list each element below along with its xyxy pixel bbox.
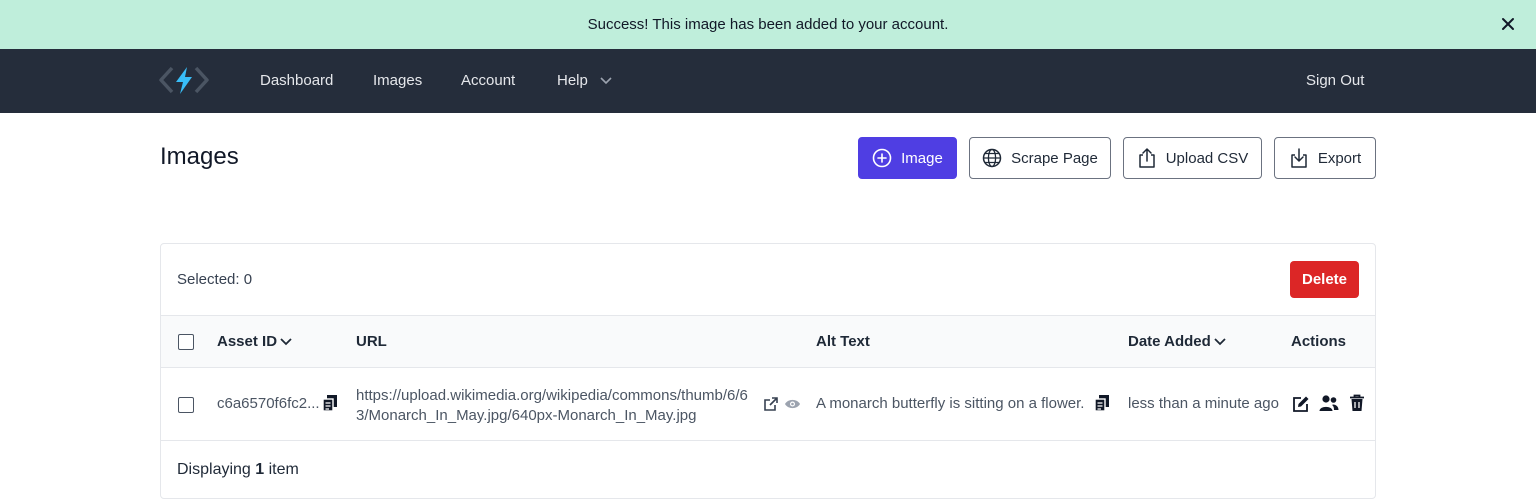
add-image-label: Image [901, 149, 943, 167]
column-date-added[interactable]: Date Added [1128, 316, 1227, 367]
users-icon[interactable] [1319, 394, 1339, 412]
column-date-added-label: Date Added [1128, 333, 1211, 350]
scrape-page-label: Scrape Page [1011, 149, 1098, 167]
column-url: URL [356, 316, 387, 367]
images-table-card: Selected: 0 Delete Asset ID URL Alt Text… [160, 243, 1376, 499]
copy-icon[interactable] [1093, 394, 1111, 412]
displaying-count: Displaying 1 item [177, 461, 299, 479]
table-header: Asset ID URL Alt Text Date Added Actions [161, 315, 1375, 368]
column-actions-label: Actions [1291, 333, 1347, 350]
upload-csv-button[interactable]: Upload CSV [1123, 137, 1262, 179]
column-actions: Actions [1291, 316, 1346, 367]
alt-text: A monarch butterfly is sitting on a flow… [816, 395, 1085, 412]
export-label: Export [1317, 149, 1362, 167]
nav-images[interactable]: Images [373, 49, 422, 113]
success-banner: Success! This image has been added to yo… [0, 0, 1536, 49]
external-link-icon[interactable] [763, 396, 779, 412]
eye-icon[interactable] [784, 397, 801, 411]
upload-csv-label: Upload CSV [1165, 149, 1249, 167]
close-icon[interactable] [1498, 14, 1518, 34]
asset-id: c6a6570f6fc2... [217, 395, 320, 412]
sort-chevron-icon [1213, 337, 1227, 347]
banner-message: Success! This image has been added to yo… [587, 16, 949, 33]
add-image-button[interactable]: Image [858, 137, 957, 179]
download-icon [1289, 147, 1309, 169]
nav-dashboard[interactable]: Dashboard [260, 49, 333, 113]
nav-help-label: Help [557, 72, 588, 89]
globe-icon [982, 148, 1002, 168]
export-button[interactable]: Export [1274, 137, 1376, 179]
column-asset-id[interactable]: Asset ID [217, 316, 293, 367]
select-all-checkbox[interactable] [178, 334, 194, 350]
top-navbar: Dashboard Images Account Help Sign Out [0, 49, 1536, 113]
plus-circle-icon [872, 148, 892, 168]
column-alt-text-label: Alt Text [816, 333, 870, 350]
trash-icon[interactable] [1349, 394, 1365, 412]
chevron-down-icon [596, 77, 612, 85]
table-row: c6a6570f6fc2... https://upload.wikimedia… [161, 368, 1375, 441]
sign-out-link[interactable]: Sign Out [1306, 49, 1364, 113]
logo-icon[interactable] [159, 64, 209, 96]
nav-help[interactable]: Help [557, 49, 612, 113]
date-added: less than a minute ago [1128, 395, 1279, 412]
scrape-page-button[interactable]: Scrape Page [969, 137, 1111, 179]
column-url-label: URL [356, 333, 387, 350]
delete-button[interactable]: Delete [1290, 261, 1359, 298]
column-asset-id-label: Asset ID [217, 333, 278, 350]
edit-icon[interactable] [1292, 395, 1310, 413]
upload-icon [1137, 147, 1157, 169]
image-url: https://upload.wikimedia.org/wikipedia/c… [356, 387, 748, 424]
footer-suffix: item [268, 461, 299, 478]
footer-prefix: Displaying [177, 461, 251, 478]
nav-account[interactable]: Account [461, 49, 515, 113]
column-alt-text: Alt Text [816, 316, 870, 367]
footer-count: 1 [255, 461, 265, 478]
page-title: Images [160, 143, 239, 170]
copy-icon[interactable] [321, 394, 339, 412]
selected-count: Selected: 0 [177, 271, 253, 288]
sort-chevron-icon [279, 337, 293, 347]
row-checkbox[interactable] [178, 397, 194, 413]
